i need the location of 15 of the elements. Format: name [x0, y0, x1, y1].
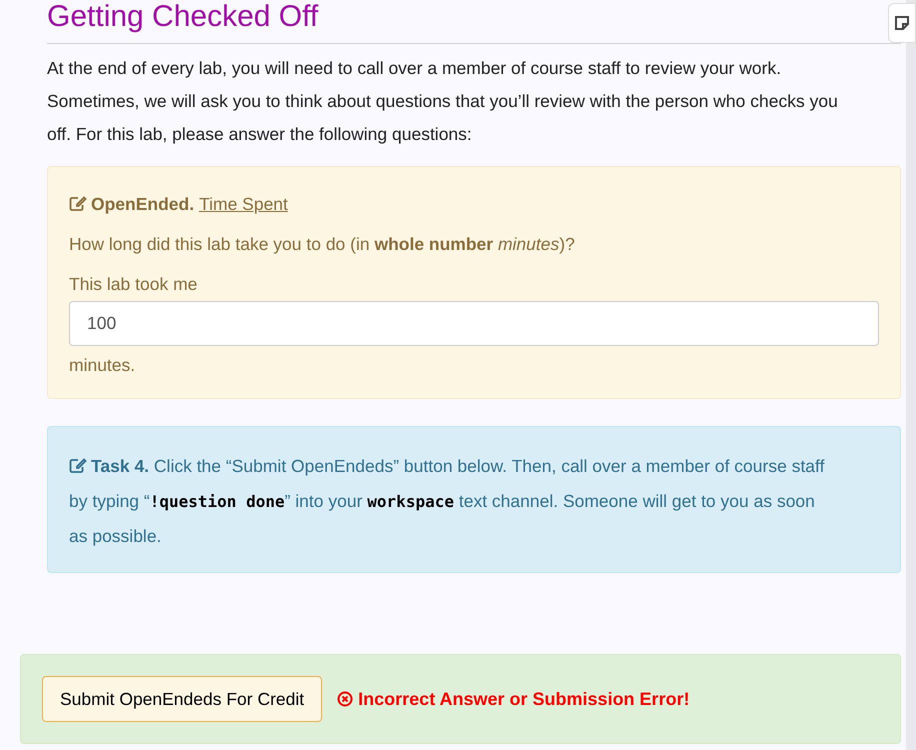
field-suffix: minutes.: [69, 354, 136, 377]
intro-paragraph: Sometimes, we will ask you to think about questions that you’ll review with the person who checks you off. For this lab, please answer the following questions:: [47, 90, 839, 146]
note-icon: [894, 15, 910, 31]
edit-icon: [69, 196, 87, 212]
edit-icon: [69, 458, 87, 474]
question-prompt: How long did this lab take you to do (in whole number minutes)?: [69, 233, 576, 256]
question-title-link[interactable]: Time Spent: [199, 191, 288, 217]
task-text: Task 4. Click the “Submit OpenEndeds” button below. Then, call over a member of course staff by typing “!question done” into your workspace text channel. Someone will get to you as soon as possible.: [69, 455, 826, 548]
answer-field[interactable]: 100: [69, 301, 879, 346]
note-button[interactable]: [888, 3, 916, 43]
intro-paragraph: At the end of every lab, you will need to call over a member of course staff to review your work.: [47, 57, 782, 80]
submit-button[interactable]: Submit OpenEndeds For Credit: [42, 676, 322, 722]
question-label: OpenEnded.: [91, 193, 194, 216]
field-label: This lab took me: [69, 273, 198, 296]
status-message: Incorrect Answer or Submission Error!: [358, 688, 690, 710]
